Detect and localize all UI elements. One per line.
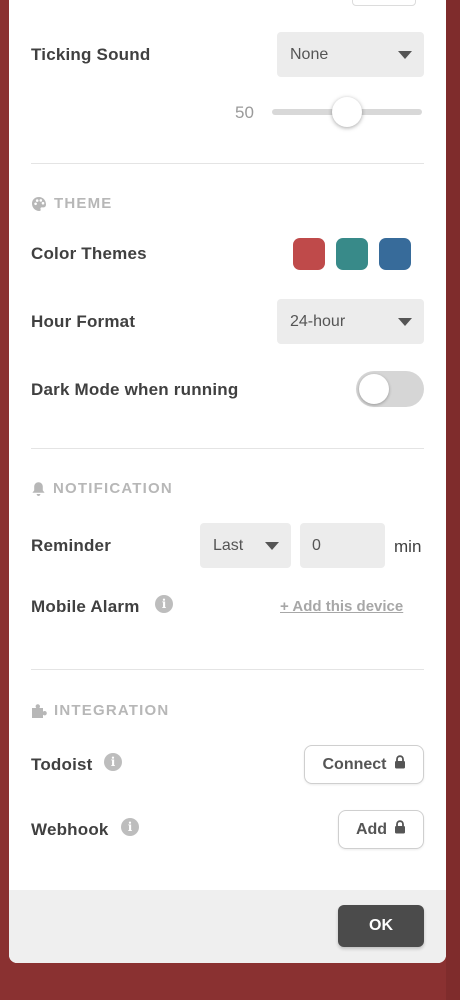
info-icon[interactable]: i [155,595,173,613]
ticking-sound-value: None [290,45,329,63]
lock-icon [394,755,406,774]
dark-mode-toggle[interactable] [356,371,424,407]
reminder-label: Reminder [31,536,112,555]
reminder-mode-value: Last [213,536,244,554]
chevron-down-icon [398,317,412,326]
chevron-down-icon [265,541,279,550]
reminder-unit: min [394,537,422,556]
ok-button[interactable]: OK [338,905,424,947]
webhook-label: Webhook [31,820,109,839]
notification-section-label: NOTIFICATION [53,480,173,497]
ticking-sound-select[interactable]: None [277,32,424,77]
add-this-device-link[interactable]: + Add this device [280,598,403,615]
reminder-minutes-input[interactable]: 0 [300,523,385,568]
background-edge [446,0,460,1000]
bell-icon [31,481,46,497]
lock-icon [394,820,406,839]
info-icon[interactable]: i [104,753,122,771]
slider-thumb[interactable] [332,97,362,127]
webhook-add-button[interactable]: Add [338,810,424,849]
webhook-add-label: Add [355,820,388,838]
reminder-mode-select[interactable]: Last [200,523,291,568]
ticking-volume-slider[interactable] [272,97,422,127]
toggle-knob [359,374,389,404]
ticking-sound-label: Ticking Sound [31,45,151,64]
previous-input-stub[interactable] [352,0,416,6]
chevron-down-icon [398,50,412,59]
dark-mode-label: Dark Mode when running [31,380,239,399]
puzzle-icon [31,703,47,719]
reminder-minutes-value: 0 [312,536,321,554]
notification-section-title: NOTIFICATION [31,480,173,497]
todoist-label: Todoist [31,755,93,774]
mobile-alarm-label: Mobile Alarm [31,597,140,616]
hour-format-value: 24-hour [290,312,346,330]
divider [31,163,424,164]
hour-format-label: Hour Format [31,312,136,331]
modal-footer: OK [9,890,446,963]
hour-format-select[interactable]: 24-hour [277,299,424,344]
color-swatch-red[interactable] [293,238,325,270]
integration-section-label: INTEGRATION [54,702,170,719]
todoist-connect-button[interactable]: Connect [304,745,424,784]
settings-modal: Ticking Sound None 50 THEME Color Themes… [9,0,446,963]
divider [31,448,424,449]
info-icon[interactable]: i [121,818,139,836]
divider [31,669,424,670]
theme-section-title: THEME [31,195,113,212]
color-themes-label: Color Themes [31,244,147,263]
color-swatch-teal[interactable] [336,238,368,270]
theme-section-label: THEME [54,195,113,212]
todoist-connect-label: Connect [322,755,387,773]
ticking-volume-value: 50 [235,103,254,122]
palette-icon [31,196,47,212]
color-swatch-blue[interactable] [379,238,411,270]
integration-section-title: INTEGRATION [31,702,169,719]
